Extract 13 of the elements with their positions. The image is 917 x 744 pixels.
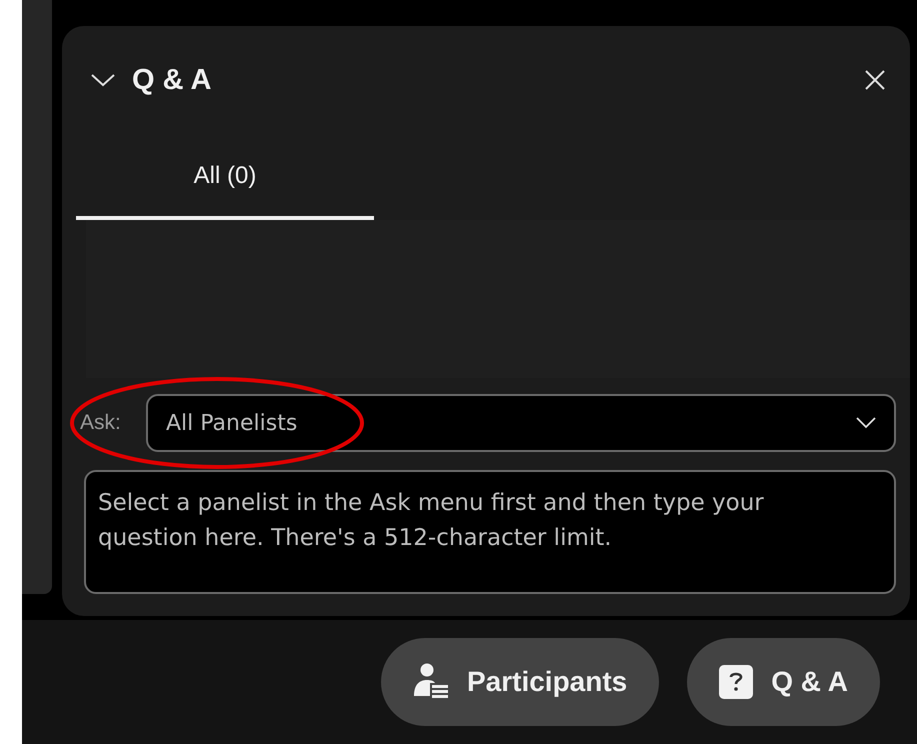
collapse-button[interactable] <box>90 72 116 88</box>
ask-dropdown[interactable]: All Panelists <box>146 394 896 452</box>
question-field[interactable]: Select a panelist in the Ask menu first and then type your question here. There's a 512-character limit. <box>84 470 896 594</box>
participants-button[interactable]: Participants <box>380 638 660 726</box>
close-button[interactable] <box>864 69 886 91</box>
close-icon <box>864 69 886 91</box>
chevron-icon <box>856 417 876 429</box>
ask-label: Ask: <box>80 411 122 435</box>
chevron-icon <box>90 72 116 88</box>
panel-title: Q & A <box>132 64 212 96</box>
question-icon <box>719 665 754 699</box>
qa-button[interactable]: Q & A <box>687 638 880 726</box>
participants-icon <box>412 663 449 701</box>
